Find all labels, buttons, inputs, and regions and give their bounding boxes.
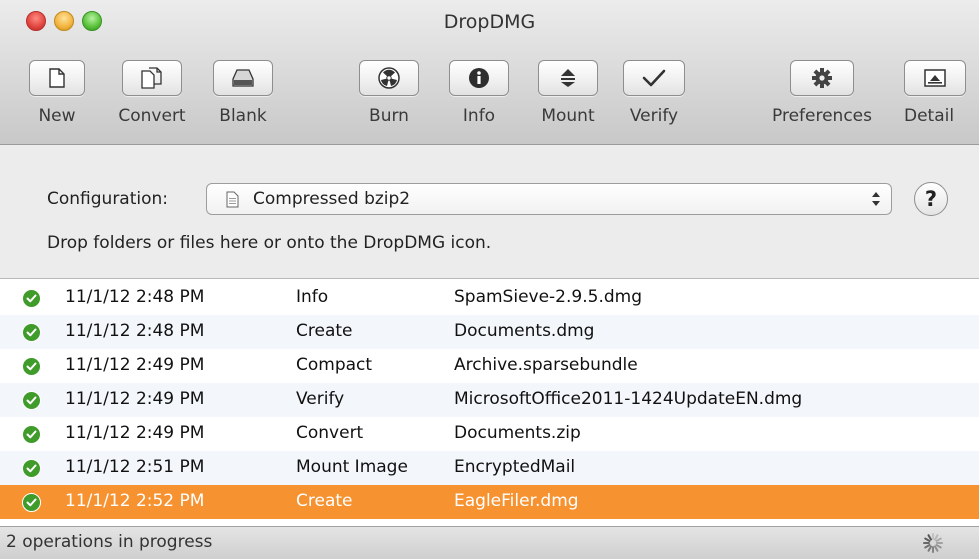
new-label: New <box>38 106 76 126</box>
config-document-icon <box>226 191 239 212</box>
blank-button[interactable] <box>213 60 273 96</box>
toolbar-burn[interactable]: Burn <box>358 60 420 126</box>
log-operation-cell: Mount Image <box>296 457 408 477</box>
toolbar-convert[interactable]: Convert <box>112 60 192 126</box>
log-row[interactable]: 11/1/12 2:52 PM Create EagleFiler.dmg <box>0 485 979 519</box>
window-title: DropDMG <box>443 11 536 33</box>
toolbar-new[interactable]: New <box>28 60 86 126</box>
info-label: Info <box>462 106 496 126</box>
log-time-cell: 11/1/12 2:49 PM <box>65 389 205 409</box>
detail-label: Detail <box>904 106 955 126</box>
log-time-cell: 11/1/12 2:49 PM <box>65 423 205 443</box>
log-operation-cell: Create <box>296 491 353 511</box>
log-time-cell: 11/1/12 2:52 PM <box>65 491 205 511</box>
toolbar-info[interactable]: Info <box>448 60 510 126</box>
mount-button[interactable] <box>538 60 598 96</box>
dropdmg-window: DropDMG New Convert Blank Burn Info Moun… <box>0 0 979 559</box>
title-toolbar-area: DropDMG New Convert Blank Burn Info Moun… <box>0 0 979 145</box>
toolbar-blank[interactable]: Blank <box>213 60 273 126</box>
configuration-selected-value: Compressed bzip2 <box>253 189 411 209</box>
log-time-cell: 11/1/12 2:48 PM <box>65 287 205 307</box>
toolbar-detail[interactable]: Detail <box>904 60 976 126</box>
checkmark-icon <box>642 69 666 87</box>
verify-label: Verify <box>629 106 679 126</box>
detail-window-icon <box>924 69 946 87</box>
log-row[interactable]: 11/1/12 2:49 PM Compact Archive.sparsebund… <box>0 349 979 383</box>
log-file-cell: SpamSieve-2.9.5.dmg <box>454 287 642 307</box>
select-updown-arrows-icon <box>871 190 881 212</box>
new-document-icon <box>49 68 65 88</box>
log-file-cell: Archive.sparsebundle <box>454 355 638 375</box>
mount-label: Mount <box>541 106 595 126</box>
log-row[interactable]: 11/1/12 2:49 PM Convert Documents.zip <box>0 417 979 451</box>
verify-button[interactable] <box>623 60 685 96</box>
success-check-icon <box>22 323 41 342</box>
preferences-label: Preferences <box>772 106 872 126</box>
drop-hint-text: Drop folders or files here or onto the D… <box>47 233 492 253</box>
convert-button[interactable] <box>122 60 182 96</box>
mount-eject-icon <box>560 68 576 88</box>
blank-label: Blank <box>219 106 267 126</box>
log-row[interactable]: 11/1/12 2:51 PM Mount Image EncryptedMail <box>0 451 979 485</box>
log-time-cell: 11/1/12 2:48 PM <box>65 321 205 341</box>
burn-label: Burn <box>369 106 409 126</box>
log-row[interactable]: 11/1/12 2:48 PM Info SpamSieve-2.9.5.dmg <box>0 281 979 315</box>
blank-disk-icon <box>232 69 254 87</box>
new-button[interactable] <box>29 60 85 96</box>
toolbar-mount[interactable]: Mount <box>533 60 603 126</box>
log-operation-cell: Info <box>296 287 329 307</box>
log-file-cell: Documents.dmg <box>454 321 595 341</box>
success-check-icon <box>22 357 41 376</box>
convert-documents-icon <box>141 67 163 89</box>
success-check-icon <box>22 391 41 410</box>
info-button[interactable] <box>449 60 509 96</box>
configuration-select[interactable]: Compressed bzip2 <box>206 183 892 215</box>
log-operation-cell: Compact <box>296 355 373 375</box>
burn-button[interactable] <box>359 60 419 96</box>
log-file-cell: EncryptedMail <box>454 457 576 477</box>
burn-radiation-icon <box>378 67 400 89</box>
preferences-button[interactable] <box>790 60 854 96</box>
log-operation-cell: Verify <box>296 389 345 409</box>
help-button[interactable]: ? <box>914 182 948 216</box>
log-file-cell: MicrosoftOffice2011-1424UpdateEN.dmg <box>454 389 803 409</box>
success-check-icon <box>22 493 41 512</box>
status-text: 2 operations in progress <box>6 532 213 552</box>
configuration-label: Configuration: <box>47 189 169 209</box>
operation-log-list[interactable]: 11/1/12 2:48 PM Info SpamSieve-2.9.5.dmg 11… <box>0 278 979 526</box>
success-check-icon <box>22 289 41 308</box>
detail-button[interactable] <box>904 60 966 96</box>
success-check-icon <box>22 459 41 478</box>
status-bar: 2 operations in progress <box>0 526 979 559</box>
log-time-cell: 11/1/12 2:51 PM <box>65 457 205 477</box>
log-time-cell: 11/1/12 2:49 PM <box>65 355 205 375</box>
gear-icon <box>811 67 833 89</box>
convert-label: Convert <box>118 106 186 126</box>
toolbar-verify[interactable]: Verify <box>622 60 686 126</box>
log-file-cell: Documents.zip <box>454 423 581 443</box>
log-row[interactable]: 11/1/12 2:48 PM Create Documents.dmg <box>0 315 979 349</box>
success-check-icon <box>22 425 41 444</box>
log-operation-cell: Create <box>296 321 353 341</box>
info-icon <box>468 67 490 89</box>
log-row[interactable]: 11/1/12 2:49 PM Verify MicrosoftOffice2011… <box>0 383 979 417</box>
progress-spinner-icon <box>921 531 945 559</box>
log-file-cell: EagleFiler.dmg <box>454 491 579 511</box>
toolbar-preferences[interactable]: Preferences <box>762 60 882 126</box>
log-operation-cell: Convert <box>296 423 364 443</box>
